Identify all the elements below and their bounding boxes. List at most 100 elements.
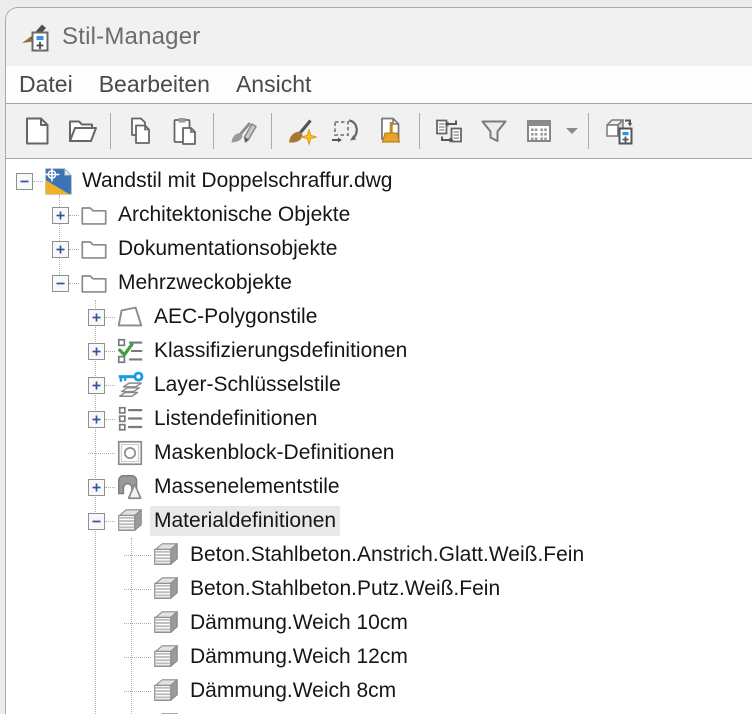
menu-item-ansicht[interactable]: Ansicht [223, 66, 324, 103]
material-icon [151, 710, 181, 714]
tree-item-label[interactable]: Architektonische Objekte [114, 200, 354, 230]
tree-item[interactable]: Massenelementstile [6, 470, 752, 504]
material-icon [151, 608, 181, 638]
material-icon [115, 506, 145, 536]
menu-item-datei[interactable]: Datei [6, 66, 86, 103]
list-view-dropdown-button[interactable] [563, 110, 581, 152]
tree-item-label[interactable]: Listendefinitionen [150, 404, 321, 434]
mass-element-icon [115, 472, 145, 502]
tree-item-label[interactable]: Dämmung.Weich 8cm [186, 676, 400, 706]
tree-connector-line [105, 486, 115, 488]
paste-button[interactable] [164, 110, 206, 152]
expander-plus-icon[interactable] [52, 240, 69, 258]
style-manager-icon [20, 20, 54, 54]
tree-item-label[interactable]: Layer-Schlüsselstile [150, 370, 345, 400]
tree-indent-slot [88, 512, 115, 530]
tree-item[interactable]: Dämmung.Weich 8cm [6, 674, 752, 708]
tree-item-label[interactable]: Materialdefinitionen [150, 506, 341, 536]
tree-item[interactable]: Listendefinitionen [6, 402, 752, 436]
tree-item-label[interactable]: Dämmung.Weich 10cm [186, 608, 412, 638]
list-view-button[interactable] [518, 110, 560, 152]
tree-connector-line [124, 588, 151, 590]
expander-plus-icon[interactable] [52, 206, 69, 224]
tree-item-label[interactable]: Beton.Stahlbeton.Anstrich.Glatt.Weiß.Fei… [186, 540, 588, 570]
expander-minus-icon[interactable] [88, 512, 105, 530]
purge-styles-button[interactable] [370, 110, 412, 152]
expander-minus-icon[interactable] [16, 172, 33, 190]
tree-item[interactable]: Mehrzweckobjekte [6, 266, 752, 300]
tree-connector-line [69, 214, 79, 216]
tree-item-label[interactable]: Dämmung.Weich 12cm [186, 642, 412, 672]
mask-block-icon [115, 438, 145, 468]
tree-connector-line [124, 622, 151, 624]
toggle-view-icon [602, 115, 634, 147]
folder-icon [79, 200, 109, 230]
style-tree: Wandstil mit Doppelschraffur.dwg Architek… [6, 159, 752, 714]
list-definition-icon [115, 404, 145, 434]
expander-plus-icon[interactable] [88, 478, 105, 496]
toolbar-separator [271, 113, 272, 149]
title-bar: Stil-Manager [6, 8, 752, 66]
tree-indent-slot [88, 342, 115, 360]
expander-plus-icon[interactable] [88, 376, 105, 394]
tree-item-label[interactable]: Wandstil mit Doppelschraffur.dwg [78, 166, 396, 196]
toolbar-separator [419, 113, 420, 149]
tree-item[interactable] [6, 708, 752, 714]
material-icon [151, 642, 181, 672]
dwg-file-icon [43, 166, 73, 196]
tree-connector-line [88, 452, 115, 454]
tree-item[interactable]: Maskenblock-Definitionen [6, 436, 752, 470]
new-drawing-icon [21, 115, 53, 147]
new-style-button[interactable] [280, 110, 322, 152]
tree-item-label[interactable]: Mehrzweckobjekte [114, 268, 296, 298]
tree-item[interactable]: Wandstil mit Doppelschraffur.dwg [6, 164, 752, 198]
tree-indent-slot [124, 622, 151, 624]
new-style-icon [285, 115, 317, 147]
material-icon [151, 574, 181, 604]
aec-polygon-icon [115, 302, 145, 332]
tree-item[interactable]: Beton.Stahlbeton.Anstrich.Glatt.Weiß.Fei… [6, 538, 752, 572]
tree-item-label[interactable]: Beton.Stahlbeton.Putz.Weiß.Fein [186, 574, 504, 604]
tree-item[interactable]: Dämmung.Weich 10cm [6, 606, 752, 640]
copy-button[interactable] [119, 110, 161, 152]
style-from-object-button[interactable] [325, 110, 367, 152]
tree-item[interactable]: Dämmung.Weich 12cm [6, 640, 752, 674]
synchronize-button[interactable] [428, 110, 470, 152]
copy-icon [124, 115, 156, 147]
filter-style-type-button[interactable] [473, 110, 515, 152]
tree-item[interactable]: Beton.Stahlbeton.Putz.Weiß.Fein [6, 572, 752, 606]
menu-item-bearbeiten[interactable]: Bearbeiten [86, 66, 223, 103]
tree-item-label[interactable]: Massenelementstile [150, 472, 344, 502]
tree-indent-slot [124, 690, 151, 692]
tree-item[interactable]: Architektonische Objekte [6, 198, 752, 232]
toggle-view-button[interactable] [597, 110, 639, 152]
paste-icon [169, 115, 201, 147]
tree-item-label[interactable]: Maskenblock-Definitionen [150, 438, 398, 468]
tree-item[interactable]: Dokumentationsobjekte [6, 232, 752, 266]
list-view-icon [523, 115, 555, 147]
tree-indent-slot [52, 274, 79, 292]
material-icon [151, 676, 181, 706]
tree-item-label[interactable]: Klassifizierungsdefinitionen [150, 336, 411, 366]
tree-connector-line [124, 554, 151, 556]
tree-item[interactable]: Layer-Schlüsselstile [6, 368, 752, 402]
expander-plus-icon[interactable] [88, 308, 105, 326]
open-drawing-button[interactable] [61, 110, 103, 152]
tree-item-label[interactable]: Dokumentationsobjekte [114, 234, 341, 264]
tree-item[interactable]: Klassifizierungsdefinitionen [6, 334, 752, 368]
tree-item-label[interactable]: AEC-Polygonstile [150, 302, 321, 332]
tree-item[interactable]: AEC-Polygonstile [6, 300, 752, 334]
tree-connector-line [105, 316, 115, 318]
edit-style-button[interactable] [222, 110, 264, 152]
expander-minus-icon[interactable] [52, 274, 69, 292]
layer-key-icon [115, 370, 145, 400]
tree-indent-slot [88, 452, 115, 454]
tree-connector-line [33, 180, 43, 182]
tree-indent-slot [16, 172, 43, 190]
tree-item[interactable]: Materialdefinitionen [6, 504, 752, 538]
tree-connector-line [69, 282, 79, 284]
new-drawing-button[interactable] [16, 110, 58, 152]
purge-styles-icon [375, 115, 407, 147]
expander-plus-icon[interactable] [88, 342, 105, 360]
expander-plus-icon[interactable] [88, 410, 105, 428]
